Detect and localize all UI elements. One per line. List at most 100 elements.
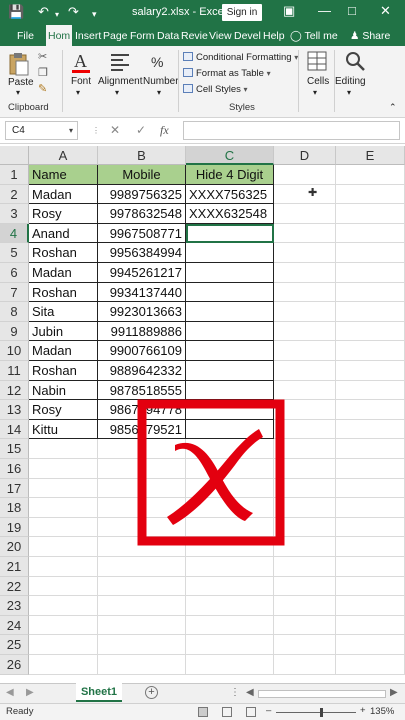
column-header-c[interactable]: C bbox=[186, 146, 274, 165]
close-icon[interactable]: ✕ bbox=[380, 3, 391, 19]
cancel-icon[interactable]: ✕ bbox=[110, 122, 120, 138]
cell-b23[interactable] bbox=[98, 596, 186, 616]
cell-e14[interactable] bbox=[336, 419, 405, 440]
cell-d22[interactable] bbox=[274, 576, 336, 597]
cell-a25[interactable] bbox=[29, 635, 98, 655]
cell-e9[interactable] bbox=[336, 321, 405, 342]
zoom-slider[interactable] bbox=[276, 712, 356, 713]
cell-d21[interactable] bbox=[274, 557, 336, 577]
cell-e25[interactable] bbox=[336, 635, 405, 655]
undo-dropdown-icon[interactable]: ▾ bbox=[55, 7, 59, 23]
cell-a3[interactable]: Rosy bbox=[29, 204, 98, 224]
cell-e13[interactable] bbox=[336, 400, 405, 420]
cell-a7[interactable]: Roshan bbox=[29, 282, 98, 303]
cell-e15[interactable] bbox=[336, 439, 405, 459]
cell-a21[interactable] bbox=[29, 557, 98, 577]
cell-styles-button[interactable]: Cell Styles ▾ bbox=[183, 83, 248, 97]
undo-icon[interactable]: ↶ bbox=[38, 4, 49, 20]
cell-e8[interactable] bbox=[336, 302, 405, 322]
tab-formulas[interactable]: Form bbox=[130, 29, 155, 43]
cell-d23[interactable] bbox=[274, 596, 336, 616]
tab-data[interactable]: Data bbox=[157, 29, 179, 43]
cell-d25[interactable] bbox=[274, 635, 336, 655]
add-sheet-icon[interactable]: + bbox=[145, 686, 158, 699]
cell-b4[interactable]: 9967508771 bbox=[98, 223, 186, 244]
cell-e16[interactable] bbox=[336, 459, 405, 479]
cell-a14[interactable]: Kittu bbox=[29, 419, 98, 440]
conditional-formatting-button[interactable]: Conditional Formatting ▾ bbox=[183, 51, 298, 65]
cell-b5[interactable]: 9956384994 bbox=[98, 243, 186, 263]
cell-c24[interactable] bbox=[186, 615, 274, 636]
cell-c5[interactable] bbox=[186, 243, 274, 263]
cell-a18[interactable] bbox=[29, 498, 98, 518]
cell-a6[interactable]: Madan bbox=[29, 263, 98, 283]
cell-c8[interactable] bbox=[186, 302, 274, 322]
cell-d10[interactable] bbox=[274, 341, 336, 361]
row-header-5[interactable]: 5 bbox=[0, 243, 29, 263]
zoom-out-icon[interactable]: – bbox=[266, 705, 271, 716]
cell-d4[interactable] bbox=[274, 223, 336, 244]
cell-c12[interactable] bbox=[186, 380, 274, 401]
cell-b8[interactable]: 9923013663 bbox=[98, 302, 186, 322]
cell-a15[interactable] bbox=[29, 439, 98, 459]
cell-a4[interactable]: Anand bbox=[29, 223, 98, 244]
cell-c3[interactable]: XXXX632548 bbox=[186, 204, 274, 224]
select-all-corner[interactable] bbox=[0, 146, 29, 165]
cell-b9[interactable]: 9911889886 bbox=[98, 321, 186, 342]
row-header-8[interactable]: 8 bbox=[0, 302, 29, 322]
cell-a17[interactable] bbox=[29, 478, 98, 499]
redo-icon[interactable]: ↷ bbox=[68, 4, 79, 20]
cell-e4[interactable] bbox=[336, 223, 405, 244]
cell-c7[interactable] bbox=[186, 282, 274, 303]
editing-button[interactable] bbox=[338, 50, 372, 96]
cell-a8[interactable]: Sita bbox=[29, 302, 98, 322]
column-header-a[interactable]: A bbox=[29, 146, 98, 165]
tab-insert[interactable]: Insert bbox=[75, 29, 101, 43]
cell-a20[interactable] bbox=[29, 537, 98, 557]
row-header-6[interactable]: 6 bbox=[0, 263, 29, 283]
restore-icon[interactable]: □ bbox=[348, 3, 356, 19]
cell-e11[interactable] bbox=[336, 361, 405, 381]
row-header-14[interactable]: 14 bbox=[0, 419, 29, 440]
row-header-2[interactable]: 2 bbox=[0, 184, 29, 205]
cell-c10[interactable] bbox=[186, 341, 274, 361]
cell-d7[interactable] bbox=[274, 282, 336, 303]
cell-d8[interactable] bbox=[274, 302, 336, 322]
cell-c6[interactable] bbox=[186, 263, 274, 283]
row-header-4[interactable]: 4 bbox=[0, 223, 29, 244]
alignment-button[interactable] bbox=[100, 50, 140, 96]
row-header-21[interactable]: 21 bbox=[0, 557, 29, 577]
format-painter-icon[interactable]: ✎ bbox=[38, 82, 47, 95]
cell-d6[interactable] bbox=[274, 263, 336, 283]
share-button[interactable]: ♟ Share bbox=[350, 29, 390, 43]
row-header-26[interactable]: 26 bbox=[0, 655, 29, 675]
cell-d9[interactable] bbox=[274, 321, 336, 342]
cell-c23[interactable] bbox=[186, 596, 274, 616]
cell-e7[interactable] bbox=[336, 282, 405, 303]
row-header-24[interactable]: 24 bbox=[0, 615, 29, 636]
cell-e3[interactable] bbox=[336, 204, 405, 224]
cell-a16[interactable] bbox=[29, 459, 98, 479]
horizontal-scrollbar[interactable] bbox=[258, 690, 386, 698]
row-header-19[interactable]: 19 bbox=[0, 517, 29, 538]
cell-c4[interactable] bbox=[186, 223, 274, 244]
cell-e17[interactable] bbox=[336, 478, 405, 499]
tab-review[interactable]: Revie bbox=[181, 29, 208, 43]
cell-b10[interactable]: 9900766109 bbox=[98, 341, 186, 361]
sheet-tab-sheet1[interactable]: Sheet1 bbox=[76, 683, 122, 702]
tab-developer[interactable]: Devel bbox=[234, 29, 261, 43]
cut-icon[interactable]: ✂ bbox=[38, 50, 47, 63]
cell-e22[interactable] bbox=[336, 576, 405, 597]
cell-e19[interactable] bbox=[336, 517, 405, 538]
column-header-b[interactable]: B bbox=[98, 146, 186, 165]
page-break-view-icon[interactable] bbox=[246, 707, 256, 717]
formula-input[interactable] bbox=[183, 121, 400, 140]
tab-view[interactable]: View bbox=[209, 29, 232, 43]
cell-c2[interactable]: XXXX756325 bbox=[186, 184, 274, 205]
zoom-level[interactable]: 135% bbox=[370, 706, 394, 717]
cell-b2[interactable]: 9989756325 bbox=[98, 184, 186, 205]
row-header-15[interactable]: 15 bbox=[0, 439, 29, 459]
scroll-left-icon[interactable]: ◀ bbox=[246, 687, 254, 698]
cell-a10[interactable]: Madan bbox=[29, 341, 98, 361]
next-sheet-icon[interactable]: ▶ bbox=[26, 687, 34, 698]
